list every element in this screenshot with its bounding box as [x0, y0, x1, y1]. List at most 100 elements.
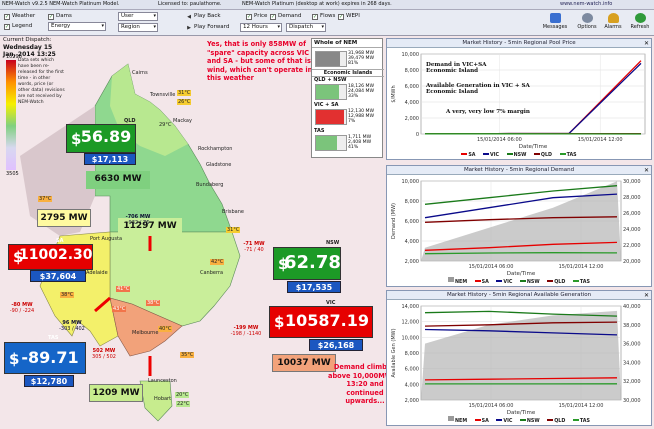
y2-tick-label: 20,000: [623, 259, 641, 265]
y2-tick-label: 38,000: [623, 323, 641, 329]
play-back-button[interactable]: ◀ Play Back: [186, 13, 221, 21]
legend-checkbox[interactable]: ✓ Legend: [4, 23, 32, 30]
place-label: Bundaberg: [196, 182, 224, 188]
close-icon[interactable]: ✕: [644, 39, 649, 48]
qld-price: 56.89: [80, 127, 132, 146]
tas-title: TAS: [314, 128, 325, 134]
legend-item-sa: SA: [461, 153, 476, 158]
legend-item-tas: TAS: [572, 419, 590, 424]
temp-label: 43°C: [112, 306, 127, 312]
legend-item-vic: VIC: [496, 280, 512, 285]
y-axis-label: $/MWh: [391, 85, 397, 102]
legend-item-sa: SA: [474, 280, 489, 285]
region-select[interactable]: Region ▾: [118, 23, 158, 32]
close-icon[interactable]: ✕: [644, 291, 649, 300]
y-tick-label: 12,000: [402, 320, 420, 326]
y-tick-label: 8,000: [405, 351, 419, 357]
y2-tick-label: 26,000: [623, 211, 641, 217]
close-icon[interactable]: ✕: [644, 166, 649, 175]
vic-sa-title: VIC + SA: [314, 102, 339, 108]
qld-nsw-flow: -706 MW -932 / 76: [125, 214, 151, 226]
qld-nsw-title: QLD + NSW: [314, 77, 347, 83]
y-tick-label: 10,000: [402, 52, 420, 58]
vic-sa-bar: [315, 109, 347, 125]
messages-button[interactable]: Messages: [537, 11, 573, 35]
temp-label: 26°C: [177, 99, 192, 105]
avail-gen-chart-plot: 14,000 12,000 10,000 8,000 6,000 4,000 2,000 40…: [391, 304, 641, 416]
y-tick-label: 2,000: [405, 398, 419, 404]
tas-label: TAS: [48, 335, 59, 341]
economic-islands-label: Economic Islands: [312, 69, 384, 77]
legend-item-qld: QLD: [547, 419, 565, 424]
nsw-label: NSW: [326, 240, 340, 246]
flows-checkbox[interactable]: ✓ Flows: [312, 13, 335, 20]
place-label: Canberra: [200, 270, 224, 276]
demand-chart-title: Market History - 5min Regional Demand: [387, 166, 651, 175]
legend-item-sa: SA: [474, 419, 489, 424]
y2-tick-label: 22,000: [623, 243, 641, 249]
temp-label: 20°C: [175, 392, 190, 398]
legend-item-nsw: NSW: [519, 280, 540, 285]
tas-demand: 1209 MW: [89, 384, 143, 402]
vic-sub-value: $26,168: [309, 339, 363, 351]
temp-label: 29°C: [159, 122, 172, 128]
expiry-text: NEM-Watch Platinum (desktop at work) exp…: [242, 1, 392, 7]
price-checkbox[interactable]: ✓ Price: [246, 13, 267, 20]
place-label: Rockhampton: [198, 146, 233, 152]
place-label: Hobart: [154, 396, 172, 402]
legend-item-tas: TAS: [559, 153, 577, 158]
dispatch-select[interactable]: Dispatch ▾: [286, 23, 326, 32]
toolbar: ✓ Weather ✓ Dams ✓ Legend Energy ▾ User ▾ Reg…: [0, 10, 654, 36]
tas-price: -89.71: [21, 348, 79, 367]
play-forward-button[interactable]: ▶ Play Forward: [186, 24, 229, 32]
vic-sa-flow: 96 MW -303 / 402: [59, 320, 85, 332]
avail-gen-chart-legend: NEM SA VIC NSW QLD TAS: [387, 416, 651, 424]
qld-nsw-values: 18,126 MW 24,084 MW 33%: [348, 84, 375, 100]
x-tick-label: 15/01/2014 12:00: [559, 403, 604, 409]
license-text: Licensed to: paulathome.: [158, 1, 222, 7]
y-tick-label: 0: [416, 132, 419, 138]
y2-tick-label: 30,000: [623, 179, 641, 185]
place-label: Mackay: [173, 118, 192, 124]
dams-checkbox[interactable]: ✓ Dams: [48, 13, 72, 20]
sa-demand: 2795 MW: [37, 209, 91, 227]
temp-label: 37°C: [38, 196, 53, 202]
qld-sub-value: $17,113: [84, 153, 136, 165]
y-tick-label: 4,000: [405, 239, 419, 245]
temp-label: 38°C: [146, 300, 161, 306]
avail-gen-chart-title: Market History - 5min Regional Available…: [387, 291, 651, 300]
place-label: Melbourne: [132, 330, 159, 336]
wepi-checkbox[interactable]: ✓ WEPI: [338, 13, 360, 20]
demand-chart-legend: NEM SA VIC NSW QLD TAS: [387, 277, 651, 285]
avail-gen-chart-window: Market History - 5min Regional Available…: [386, 290, 652, 426]
tas-price-box[interactable]: $ -89.71: [4, 342, 86, 374]
demand-checkbox[interactable]: ✓ Demand: [270, 13, 301, 20]
temp-label: 41°C: [116, 286, 131, 292]
sa-price: 11002.30: [19, 247, 93, 263]
y-tick-label: 6,000: [405, 84, 419, 90]
place-label: Port Augusta: [90, 236, 123, 242]
options-button[interactable]: Options: [574, 11, 600, 35]
y-axis-label: Available Gen (MW): [391, 328, 397, 377]
vic-demand: 10037 MW: [272, 354, 336, 372]
energy-select[interactable]: Energy ▾: [48, 22, 106, 31]
temp-label: 38°C: [60, 292, 75, 298]
vic-price-box[interactable]: $ 10587.19: [269, 306, 373, 338]
title-bar: NEM-Watch v9.2.5 NEM-Watch Platinum Mode…: [0, 0, 654, 10]
price-chart-title: Market History - 5min Regional Pool Pric…: [387, 39, 651, 48]
temp-label: 31°C: [177, 90, 192, 96]
place-label: Townsville: [150, 92, 176, 98]
nsw-price-box[interactable]: $ 62.78: [273, 247, 341, 280]
user-select[interactable]: User ▾: [118, 12, 158, 21]
sa-price-box[interactable]: $ 11002.30: [8, 244, 93, 270]
url-text: www.nem-watch.info: [560, 1, 613, 7]
y-tick-label: 2,000: [405, 116, 419, 122]
temp-label: 42°C: [210, 259, 225, 265]
alarms-button[interactable]: Alarms: [601, 11, 625, 35]
qld-price-box[interactable]: $ 56.89: [66, 124, 136, 153]
weather-checkbox[interactable]: ✓ Weather: [4, 13, 35, 20]
refresh-button[interactable]: Refresh: [626, 11, 654, 35]
tas-sub-value: $12,780: [24, 375, 74, 387]
legend-item-nsw: NSW: [519, 419, 540, 424]
hours-select[interactable]: 12 Hours ▾: [240, 23, 282, 32]
